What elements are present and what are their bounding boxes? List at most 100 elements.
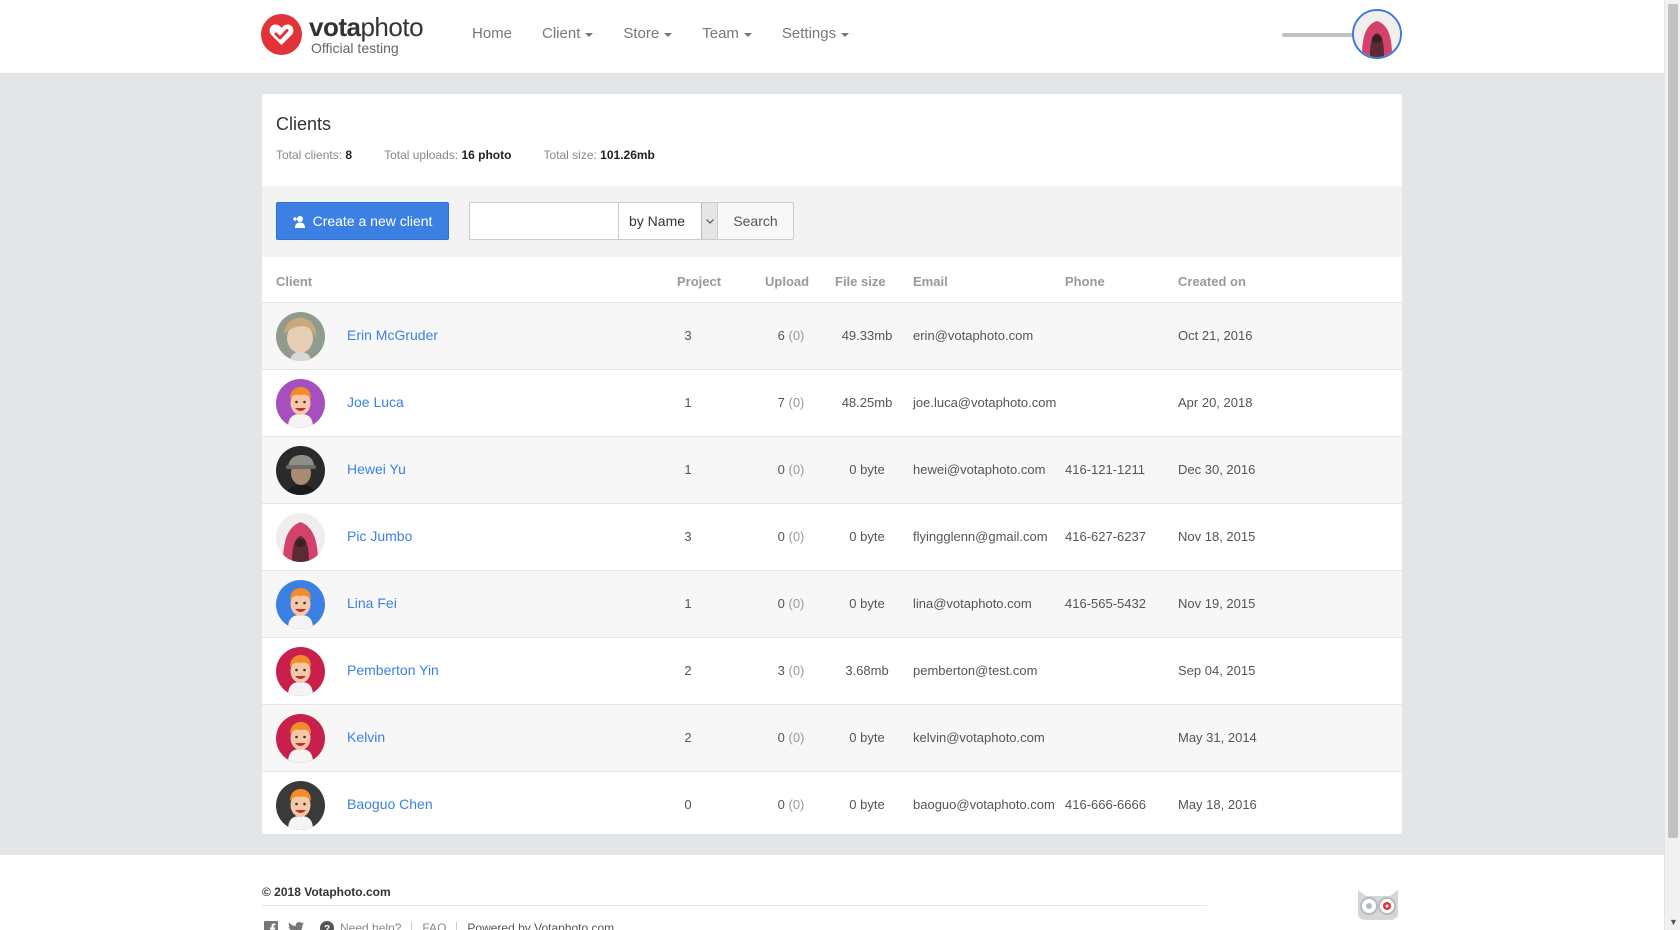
table-row[interactable]: Lina Fei 1 0 (0) 0 byte lina@votaphoto.com 41… bbox=[262, 571, 1402, 638]
upload-count: 6 (0) bbox=[777, 328, 805, 343]
stat-total-clients: Total clients: 8 bbox=[276, 148, 353, 162]
client-stats: Total clients: 8 Total uploads: 16 photo… bbox=[276, 148, 687, 162]
owl-mascot-icon[interactable] bbox=[1356, 888, 1400, 920]
upload-count: 0 (0) bbox=[777, 529, 805, 544]
pending-count: (0) bbox=[788, 529, 805, 544]
client-name-link[interactable]: Hewei Yu bbox=[347, 461, 406, 477]
nav-settings-dropdown[interactable]: Settings bbox=[782, 25, 850, 42]
created-date: Dec 30, 2016 bbox=[1178, 462, 1256, 477]
main-nav: Home Client Store Team Settings bbox=[472, 25, 879, 42]
caret-down-icon bbox=[664, 32, 673, 37]
pending-count: (0) bbox=[788, 663, 805, 678]
header-email[interactable]: Email bbox=[913, 274, 948, 289]
upload-count: 0 (0) bbox=[777, 462, 805, 477]
client-name-link[interactable]: Pemberton Yin bbox=[347, 662, 439, 678]
client-phone: 416-627-6237 bbox=[1065, 529, 1146, 544]
nav-client-dropdown[interactable]: Client bbox=[542, 25, 594, 42]
add-user-icon bbox=[292, 215, 305, 228]
powered-by-link[interactable]: Votaphoto.com bbox=[534, 921, 614, 930]
nav-home[interactable]: Home bbox=[472, 25, 512, 42]
client-name-link[interactable]: Baoguo Chen bbox=[347, 796, 433, 812]
facebook-icon[interactable] bbox=[264, 921, 278, 930]
project-count: 2 bbox=[684, 730, 692, 745]
client-avatar[interactable] bbox=[276, 312, 325, 361]
client-avatar[interactable] bbox=[276, 647, 325, 696]
client-name-link[interactable]: Erin McGruder bbox=[347, 327, 438, 343]
search-button[interactable]: Search bbox=[717, 202, 794, 240]
client-avatar[interactable] bbox=[276, 580, 325, 629]
file-size: 48.25mb bbox=[841, 395, 893, 410]
table-row[interactable]: Joe Luca 1 7 (0) 48.25mb joe.luca@votaphoto.… bbox=[262, 370, 1402, 437]
created-date: May 18, 2016 bbox=[1178, 797, 1257, 812]
client-email: pemberton@test.com bbox=[913, 663, 1038, 678]
pending-count: (0) bbox=[788, 328, 805, 343]
created-date: Nov 18, 2015 bbox=[1178, 529, 1256, 544]
table-row[interactable]: Hewei Yu 1 0 (0) 0 byte hewei@votaphoto.com 4… bbox=[262, 437, 1402, 504]
help-circle-icon: ? bbox=[320, 921, 334, 930]
faq-link[interactable]: FAQ bbox=[422, 921, 446, 930]
table-row[interactable]: Kelvin 2 0 (0) 0 byte kelvin@votaphoto.com Ma… bbox=[262, 705, 1402, 772]
file-size: 0 byte bbox=[849, 730, 885, 745]
client-avatar[interactable] bbox=[276, 446, 325, 495]
twitter-icon[interactable] bbox=[288, 921, 304, 930]
footer-divider bbox=[262, 905, 1207, 906]
table-row[interactable]: Baoguo Chen 0 0 (0) 0 byte baoguo@votaphoto.… bbox=[262, 772, 1402, 839]
file-size: 0 byte bbox=[849, 462, 885, 477]
pending-count: (0) bbox=[788, 596, 805, 611]
client-name-link[interactable]: Pic Jumbo bbox=[347, 528, 412, 544]
top-navbar: votaphoto Official testing Home Client S… bbox=[0, 0, 1664, 74]
search-input[interactable] bbox=[469, 202, 619, 240]
client-email: baoguo@votaphoto.com bbox=[913, 797, 1055, 812]
pending-count: (0) bbox=[788, 395, 805, 410]
brand-logo[interactable]: votaphoto Official testing bbox=[261, 12, 424, 56]
user-avatar[interactable] bbox=[1352, 9, 1402, 59]
created-date: Oct 21, 2016 bbox=[1178, 328, 1253, 343]
client-phone: 416-121-1211 bbox=[1065, 462, 1145, 477]
file-size: 3.68mb bbox=[845, 663, 889, 678]
header-file-size[interactable]: File size bbox=[835, 274, 886, 289]
scrollbar-thumb[interactable] bbox=[1668, 4, 1678, 838]
client-avatar[interactable] bbox=[276, 379, 325, 428]
table-row[interactable]: Erin McGruder 3 6 (0) 49.33mb erin@votaphoto… bbox=[262, 303, 1402, 370]
search-filter-select[interactable]: by Name bbox=[618, 202, 718, 240]
header-project[interactable]: Project bbox=[677, 274, 721, 289]
created-date: Apr 20, 2018 bbox=[1178, 395, 1253, 410]
file-size: 0 byte bbox=[849, 596, 885, 611]
client-name-link[interactable]: Joe Luca bbox=[347, 394, 404, 410]
client-name-link[interactable]: Kelvin bbox=[347, 729, 385, 745]
client-email: erin@votaphoto.com bbox=[913, 328, 1034, 343]
project-count: 1 bbox=[684, 395, 692, 410]
caret-down-icon bbox=[743, 32, 752, 37]
client-phone: 416-666-6666 bbox=[1065, 797, 1146, 812]
brand-name: votaphoto bbox=[309, 12, 424, 42]
help-link[interactable]: Need help? bbox=[340, 921, 401, 930]
client-name-link[interactable]: Lina Fei bbox=[347, 595, 397, 611]
caret-down-icon bbox=[585, 32, 594, 37]
svg-text:?: ? bbox=[324, 924, 330, 930]
created-date: Sep 04, 2015 bbox=[1178, 663, 1256, 678]
project-count: 0 bbox=[684, 797, 692, 812]
heart-check-logo-icon bbox=[261, 14, 302, 55]
table-row[interactable]: Pic Jumbo 3 0 (0) 0 byte flyingglenn@gmail.c… bbox=[262, 504, 1402, 571]
divider bbox=[411, 922, 413, 930]
header-upload[interactable]: Upload bbox=[765, 274, 809, 289]
copyright-text: © 2018 Votaphoto.com bbox=[262, 885, 391, 899]
create-client-button[interactable]: Create a new client bbox=[276, 202, 449, 240]
table-row[interactable]: Pemberton Yin 2 3 (0) 3.68mb pemberton@test.… bbox=[262, 638, 1402, 705]
nav-store-dropdown[interactable]: Store bbox=[623, 25, 673, 42]
client-avatar[interactable] bbox=[276, 714, 325, 763]
footer: © 2018 Votaphoto.com ? Need help? FAQ Po… bbox=[0, 855, 1664, 930]
header-phone[interactable]: Phone bbox=[1065, 274, 1105, 289]
client-avatar[interactable] bbox=[276, 513, 325, 562]
caret-down-icon bbox=[841, 32, 850, 37]
header-client[interactable]: Client bbox=[276, 274, 312, 289]
divider bbox=[456, 922, 458, 930]
header-created-on[interactable]: Created on bbox=[1178, 274, 1246, 289]
brand-subtitle: Official testing bbox=[311, 40, 399, 56]
table-header: Client Project Upload File size Email Ph… bbox=[262, 257, 1402, 303]
file-size: 0 byte bbox=[849, 529, 885, 544]
scroll-down-arrow-icon[interactable]: ▼ bbox=[1669, 917, 1678, 927]
client-avatar[interactable] bbox=[276, 781, 325, 830]
nav-team-dropdown[interactable]: Team bbox=[702, 25, 752, 42]
page-scrollbar[interactable]: ▼ bbox=[1664, 0, 1680, 930]
